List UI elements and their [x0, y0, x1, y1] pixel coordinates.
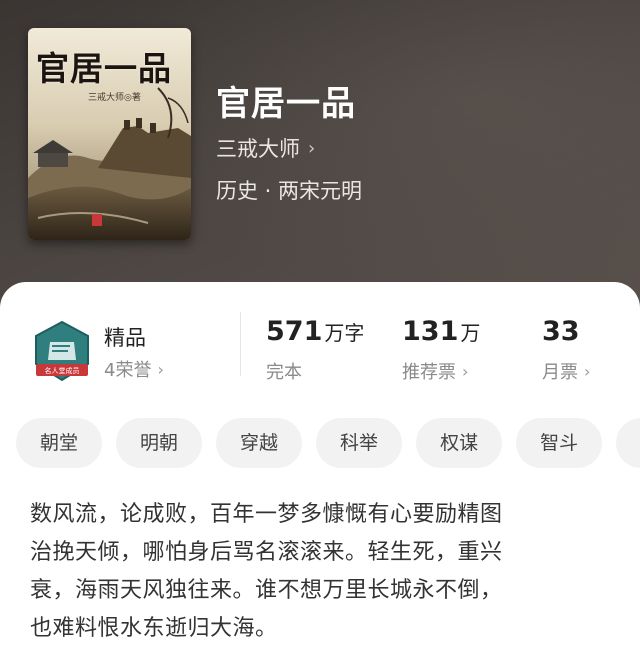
book-header: 官居一品 三戒大师◎著 官居一品 三戒大师 › 历史 · 两宋元明	[0, 0, 640, 330]
cover-author: 三戒大师◎著	[88, 93, 141, 103]
description-line: 数风流，论成败，百年一梦多慷慨有心要励精图	[30, 502, 503, 527]
description-line: 治挽天倾，哪怕身后骂名滚滚来。轻生死，重兴	[30, 540, 503, 565]
cover-title: 官居一品	[36, 49, 172, 88]
tag-chip[interactable]: 智斗	[516, 418, 603, 468]
completion-status: 完本	[266, 362, 302, 383]
badge-label: 名人堂成员	[45, 366, 80, 375]
description-line: 也难料恨水东逝归大海。	[30, 616, 278, 641]
book-genre: 历史 · 两宋元明	[216, 179, 363, 203]
tag-chip[interactable]: 权谋	[416, 418, 503, 468]
description-line: 衰，海雨天风独往来。谁不想万里长城永不倒，	[30, 578, 503, 603]
author-link[interactable]: 三戒大师 ›	[216, 133, 315, 163]
book-title: 官居一品	[216, 84, 356, 124]
tag-chip[interactable]: 朝堂	[16, 418, 103, 468]
word-count: 571 万字	[266, 316, 364, 347]
recommend-link[interactable]: 推荐票 ›	[402, 358, 468, 384]
recommend-count: 131 万	[402, 316, 480, 347]
tag-list: 朝堂明朝穿越科举权谋智斗后	[16, 418, 640, 470]
tag-chip[interactable]: 后	[616, 418, 640, 468]
recommend-number: 131	[402, 316, 459, 347]
monthly-label: 月票	[542, 362, 578, 383]
tag-chip[interactable]: 穿越	[216, 418, 303, 468]
word-count-unit: 万字	[324, 321, 365, 345]
honors-link[interactable]: 4荣誉 ›	[104, 356, 164, 382]
monthly-link[interactable]: 月票 ›	[542, 358, 590, 384]
monthly-number: 33	[542, 316, 580, 347]
quality-badge-icon: 名人堂成员	[32, 320, 92, 384]
book-info-card: 名人堂成员 精品 4荣誉 › 571 万字 完本 131 万 推荐票 › 33 月票…	[0, 282, 640, 662]
tag-chip[interactable]: 科举	[316, 418, 403, 468]
chevron-right-icon: ›	[584, 361, 591, 381]
stats-divider	[240, 312, 241, 376]
monthly-count: 33	[542, 316, 580, 347]
chevron-right-icon: ›	[157, 359, 164, 379]
honors-count: 4荣誉	[104, 360, 152, 381]
quality-label: 精品	[104, 326, 146, 350]
recommend-label: 推荐票	[402, 362, 456, 383]
word-count-number: 571	[266, 316, 323, 347]
book-description[interactable]: 数风流，论成败，百年一梦多慷慨有心要励精图 治挽天倾，哪怕身后骂名滚滚来。轻生死…	[30, 496, 610, 648]
chevron-right-icon: ›	[462, 361, 469, 381]
chevron-right-icon: ›	[308, 137, 316, 159]
author-name: 三戒大师	[216, 137, 300, 161]
tag-chip[interactable]: 明朝	[116, 418, 203, 468]
book-cover[interactable]: 官居一品 三戒大师◎著	[28, 28, 191, 240]
recommend-unit: 万	[460, 321, 481, 345]
